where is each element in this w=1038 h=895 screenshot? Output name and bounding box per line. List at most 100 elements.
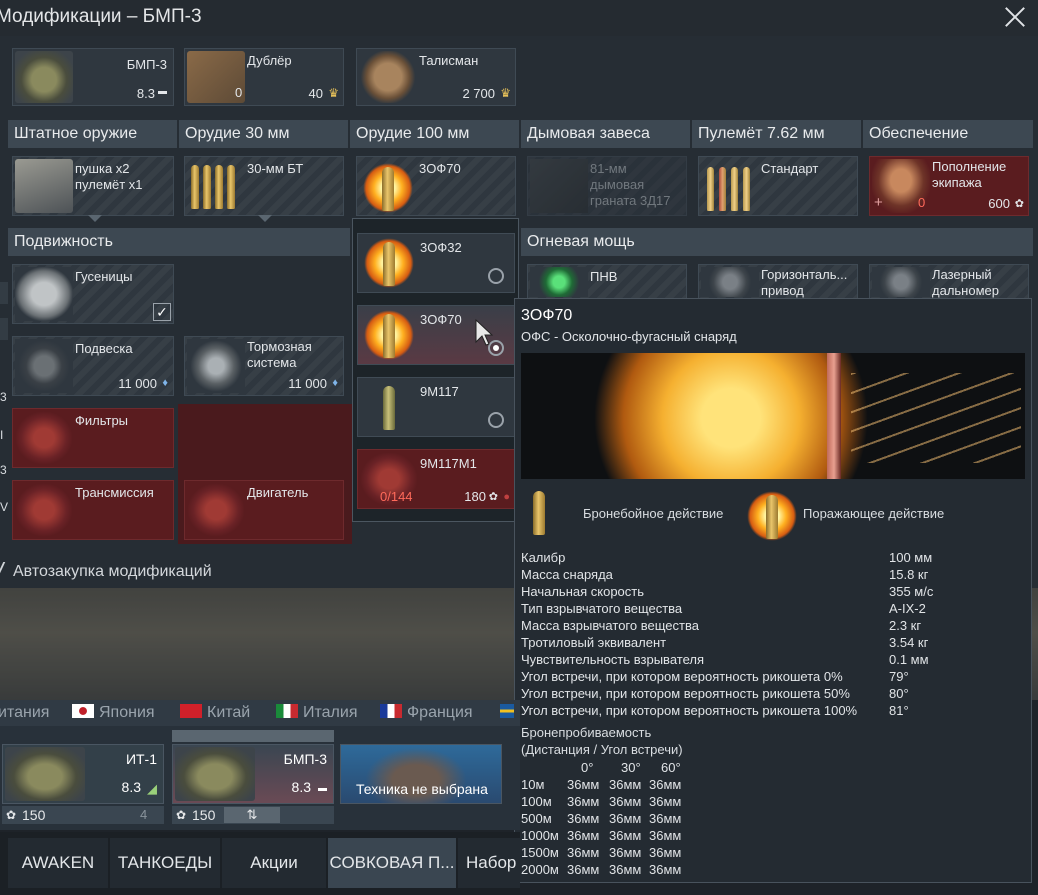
stat-label: Угол встречи, при котором вероятность ри… xyxy=(521,703,858,718)
angle-header: 30° xyxy=(621,760,641,775)
nation-tab-china[interactable]: Китай xyxy=(180,704,250,722)
swap-icon[interactable]: ⇅ xyxy=(224,807,280,823)
penetration-value: 36мм xyxy=(649,828,682,843)
silver-lion-icon: ✿ xyxy=(488,491,498,503)
tab-awaken[interactable]: AWAKEN xyxy=(8,838,108,888)
gun100-card[interactable]: 3ОФ70 xyxy=(356,156,516,216)
eagle-icon: ♛ xyxy=(328,86,339,100)
stat-value: 3.54 кг xyxy=(889,635,929,650)
nation-bar: итания Япония Китай Италия Франция xyxy=(0,700,520,726)
research-drop-icon: ♦ xyxy=(162,377,168,389)
stat-value: 79° xyxy=(889,669,909,684)
sweden-flag-icon xyxy=(500,704,514,718)
penetration-value: 36мм xyxy=(609,794,642,809)
stat-value: 0.1 мм xyxy=(889,652,929,667)
nation-tab-france[interactable]: Франция xyxy=(380,704,473,722)
ammo-dropdown[interactable]: 3ОФ32 3ОФ70 9М117 9М117М1 0/144 180 ✿ ● xyxy=(352,218,519,522)
vehicle-card[interactable]: БМП-3 8.3 xyxy=(12,48,174,106)
stat-value: 355 м/с xyxy=(889,584,934,599)
he-shell-icon xyxy=(743,487,801,545)
category-mg: Пулемёт 7.62 мм xyxy=(692,120,861,148)
penetration-value: 36мм xyxy=(609,845,642,860)
drive-icon xyxy=(701,267,759,297)
vehicle-slot-selected[interactable]: БМП-3 8.3 xyxy=(172,744,334,804)
eagle-icon: ♛ xyxy=(500,86,511,100)
autobuy-label[interactable]: Автозакупка модификаций xyxy=(13,563,212,581)
expand-arrow-icon[interactable] xyxy=(88,215,102,222)
smoke-grenade-icon xyxy=(530,159,588,213)
penetration-title: Бронепробиваемость xyxy=(521,725,652,740)
penetration-distance: 1000м xyxy=(521,828,559,843)
stat-label: Тип взрывчатого вещества xyxy=(521,601,683,616)
engine-icon xyxy=(187,483,245,537)
checkbox-checked-icon[interactable]: ✓ xyxy=(153,303,171,321)
backup-card[interactable]: Дублёр 0 40 ♛ xyxy=(184,48,344,106)
tracks-card[interactable]: Гусеницы ✓ xyxy=(12,264,174,324)
crew-replenish-card[interactable]: + Пополнение экипажа 0 600 ✿ xyxy=(869,156,1029,216)
stat-value: 81° xyxy=(889,703,909,718)
tab-akcii[interactable]: Акции xyxy=(222,838,326,888)
ammo-option-locked[interactable]: 9М117М1 0/144 180 ✿ ● xyxy=(357,449,515,509)
italy-flag-icon xyxy=(276,704,298,718)
silver-lion-icon: ✿ xyxy=(6,808,17,822)
nation-tab-sweden[interactable] xyxy=(500,704,519,722)
tab-tankoedy[interactable]: ТАНКОЕДЫ xyxy=(110,838,220,888)
night-vision-icon xyxy=(530,267,588,297)
stat-label: Угол встречи, при котором вероятность ри… xyxy=(521,669,843,684)
talisman-card[interactable]: Талисман 2 700 ♛ xyxy=(356,48,516,106)
transmission-card[interactable]: Трансмиссия xyxy=(12,480,174,540)
tank-icon xyxy=(15,51,73,103)
penetration-value: 36мм xyxy=(609,777,642,792)
penetration-distance: 100м xyxy=(521,794,552,809)
br-dash-icon xyxy=(158,91,167,94)
vehicle-slot[interactable]: ИТ-1 8.3 ◢ xyxy=(2,744,164,804)
stat-value: 15.8 кг xyxy=(889,567,929,582)
angle-header: 0° xyxy=(581,760,594,775)
nation-tab-japan[interactable]: Япония xyxy=(72,704,155,722)
crew-slots: ИТ-1 8.3 ◢ ✿ 150 4 БМП-3 8.3 ✿ 150 ⇅ Тех… xyxy=(0,726,520,830)
lock-icon: ● xyxy=(503,491,510,503)
rangefinder-card[interactable]: Лазерный дальномер xyxy=(869,264,1029,300)
nation-tab-italy[interactable]: Италия xyxy=(276,704,357,722)
tab-nabor[interactable]: Набор xyxy=(458,838,520,888)
mg-card[interactable]: Стандарт xyxy=(698,156,858,216)
rangefinder-icon xyxy=(872,267,930,297)
stat-label: Тротиловый эквивалент xyxy=(521,635,667,650)
tab-sovkovaya[interactable]: СОВКОВАЯ П... xyxy=(328,838,456,888)
filter-icon xyxy=(15,411,73,465)
gun30-card[interactable]: 30-мм БТ xyxy=(184,156,344,216)
filters-card[interactable]: Фильтры xyxy=(12,408,174,468)
penetration-value: 36мм xyxy=(649,845,682,860)
close-icon[interactable] xyxy=(1002,4,1028,30)
penetration-value: 36мм xyxy=(649,777,682,792)
tooltip-subtitle: ОФС - Осколочно-фугасный снаряд xyxy=(521,329,737,344)
category-mobility: Подвижность xyxy=(8,228,350,256)
tank-icon xyxy=(175,747,255,801)
smoke-card[interactable]: 81-мм дымовая граната 3Д17 xyxy=(527,156,687,216)
category-smoke: Дымовая завеса xyxy=(521,120,690,148)
brakes-card[interactable]: Тормозная система 11 000 ♦ xyxy=(184,336,344,396)
radio-button[interactable] xyxy=(488,268,504,284)
silver-lion-icon: ✿ xyxy=(1014,198,1024,210)
ammo-tooltip: 3ОФ70 ОФС - Осколочно-фугасный снаряд Бр… xyxy=(514,298,1032,883)
expand-arrow-icon[interactable] xyxy=(258,215,272,222)
research-drop-icon: ♦ xyxy=(332,377,338,389)
mouse-cursor-icon xyxy=(475,318,494,346)
slot-footer: ✿ 150 ⇅ xyxy=(172,806,334,824)
category-gun-100: Орудие 100 мм xyxy=(350,120,519,148)
suspension-card[interactable]: Подвеска 11 000 ♦ xyxy=(12,336,174,396)
nvd-card[interactable]: ПНВ xyxy=(527,264,687,300)
empty-vehicle-slot[interactable]: Техника не выбрана xyxy=(340,744,502,804)
ammo-option[interactable]: 3ОФ32 xyxy=(357,233,515,293)
radio-button[interactable] xyxy=(488,412,504,428)
penetration-value: 36мм xyxy=(609,811,642,826)
ammo-option[interactable]: 9М117 xyxy=(357,377,515,437)
nation-tab-gb[interactable]: итания xyxy=(0,704,49,722)
penetration-value: 36мм xyxy=(567,862,600,877)
engine-card[interactable]: Двигатель xyxy=(184,480,344,540)
horizontal-drive-card[interactable]: Горизонталь... привод xyxy=(698,264,858,300)
japan-flag-icon xyxy=(72,704,94,718)
standard-weapons-card[interactable]: пушка x2 пулемёт x1 xyxy=(12,156,174,216)
br-dash-icon xyxy=(318,788,327,791)
plus-icon: + xyxy=(874,194,883,211)
